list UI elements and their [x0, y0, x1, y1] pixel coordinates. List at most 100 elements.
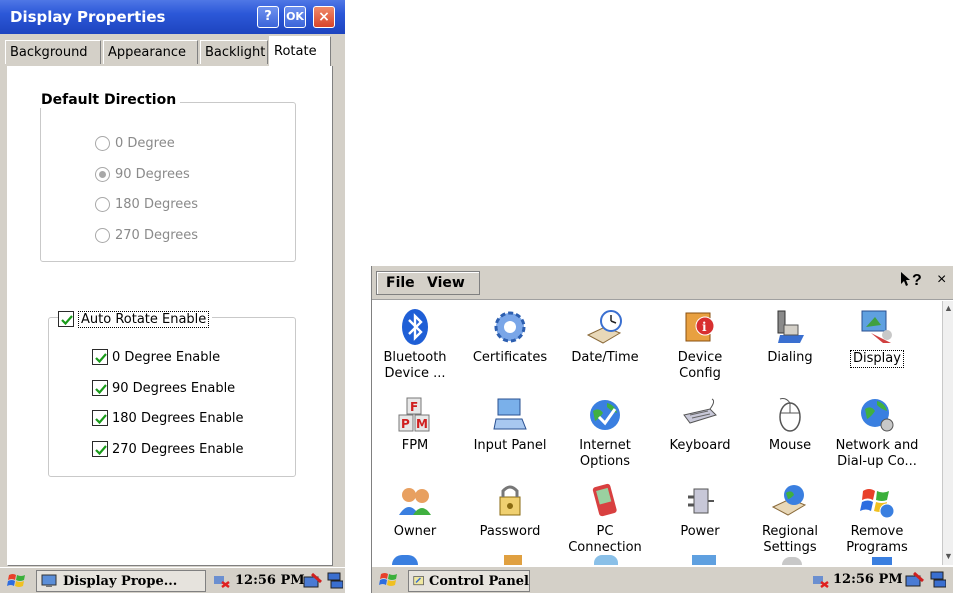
auto-rotate-checkbox[interactable]	[58, 311, 74, 327]
vertical-scrollbar[interactable]: ▲ ▼	[942, 301, 953, 565]
scroll-up-icon[interactable]: ▲	[944, 303, 953, 313]
checkbox-0-degree-enable[interactable]: 0 Degree Enable	[92, 346, 220, 368]
cp-dialing[interactable]: Dialing	[747, 307, 833, 366]
checkbox-90-degrees-enable[interactable]: 90 Degrees Enable	[92, 377, 235, 399]
control-panel-icon	[413, 576, 424, 586]
ok-button[interactable]: OK	[284, 6, 306, 28]
radio-button[interactable]	[95, 227, 110, 243]
tab-background[interactable]: Background	[5, 40, 101, 64]
cp-date-time[interactable]: Date/Time	[562, 307, 648, 366]
tab-backlight[interactable]: Backlight	[200, 40, 268, 64]
control-panel-icons: Bluetooth Device ... Certificates Date/T…	[372, 301, 942, 565]
checkbox[interactable]	[92, 441, 108, 457]
cp-network-dialup[interactable]: Network and Dial-up Co...	[834, 395, 920, 470]
cp-label-selected: Display	[850, 350, 904, 368]
cp-power[interactable]: Power	[657, 481, 743, 540]
cp-pc-connection[interactable]: PC Connection	[562, 481, 648, 556]
cp-keyboard[interactable]: Keyboard	[657, 395, 743, 454]
cp-label: Power	[680, 524, 720, 539]
checkbox-270-degrees-enable[interactable]: 270 Degrees Enable	[92, 438, 243, 460]
cp-label: PC Connection	[568, 524, 642, 555]
rotate-tab-page: Default Direction 0 Degree 90 Degrees 18…	[7, 66, 333, 566]
cp-label: Dialing	[767, 350, 813, 365]
radio-button[interactable]	[95, 135, 110, 151]
cp-certificates[interactable]: Certificates	[467, 307, 553, 366]
auto-rotate-checkbox-row[interactable]: Auto Rotate Enable	[58, 308, 213, 330]
password-icon	[490, 481, 530, 521]
input-panel-icon	[490, 395, 530, 435]
clock[interactable]: 12:56 PM	[833, 572, 903, 587]
owner-icon	[395, 481, 435, 521]
radio-180-degrees[interactable]: 180 Degrees	[95, 193, 198, 215]
auto-rotate-label: Auto Rotate Enable	[78, 310, 210, 328]
cp-label: Date/Time	[571, 350, 639, 365]
network-tray-icon[interactable]	[812, 573, 830, 593]
radio-button[interactable]	[95, 196, 110, 212]
cp-regional-settings[interactable]: Regional Settings	[747, 481, 833, 556]
radio-label: 180 Degrees	[115, 196, 199, 212]
cp-bluetooth-device[interactable]: Bluetooth Device ...	[372, 307, 458, 382]
cp-display[interactable]: Display	[834, 307, 920, 368]
cp-label: Internet Options	[579, 438, 631, 469]
taskbar-task-display-properties[interactable]: Display Prope...	[36, 570, 206, 592]
input-panel-tray-icon[interactable]	[905, 571, 925, 593]
cp-label: Mouse	[768, 438, 812, 453]
device-config-icon: i	[680, 307, 720, 347]
power-icon	[680, 481, 720, 521]
cp-internet-options[interactable]: Internet Options	[562, 395, 648, 470]
checkbox-label: 270 Degrees Enable	[112, 441, 244, 457]
close-button[interactable]: ×	[313, 6, 335, 28]
start-icon[interactable]	[378, 570, 400, 590]
cp-label: Keyboard	[669, 438, 731, 453]
menu-view[interactable]: View	[427, 275, 465, 291]
cp-owner[interactable]: Owner	[372, 481, 458, 540]
cp-label: Certificates	[472, 350, 548, 365]
cp-device-config[interactable]: i Device Config	[657, 307, 743, 382]
radio-0-degree[interactable]: 0 Degree	[95, 132, 175, 154]
taskbar-task-control-panel[interactable]: Control Panel	[408, 570, 530, 592]
radio-270-degrees[interactable]: 270 Degrees	[95, 224, 198, 246]
checkbox-180-degrees-enable[interactable]: 180 Degrees Enable	[92, 407, 243, 429]
help-button[interactable]: ?	[257, 6, 279, 28]
display-icon	[41, 574, 57, 587]
input-panel-tray-icon[interactable]	[303, 572, 323, 593]
cp-fpm[interactable]: FPM FPM	[372, 395, 458, 454]
whats-this-help-icon[interactable]: ?	[900, 271, 922, 290]
bluetooth-icon	[395, 307, 435, 347]
fpm-icon: FPM	[395, 395, 435, 435]
cp-label: FPM	[401, 438, 429, 453]
tab-appearance[interactable]: Appearance	[103, 40, 198, 64]
desktop-tray-icon[interactable]	[327, 572, 344, 593]
tab-rotate[interactable]: Rotate	[269, 36, 331, 66]
cp-label: Device Config	[677, 350, 723, 381]
regional-settings-icon	[770, 481, 810, 521]
radio-label: 0 Degree	[115, 135, 175, 151]
scroll-down-icon[interactable]: ▼	[944, 551, 953, 561]
cp-label: Regional Settings	[761, 524, 819, 555]
window-title: Display Properties	[10, 8, 166, 26]
cp-label: Input Panel	[473, 438, 547, 453]
clock[interactable]: 12:56 PM	[235, 573, 305, 588]
cp-mouse[interactable]: Mouse	[747, 395, 833, 454]
radio-button-selected[interactable]	[95, 166, 110, 182]
cp-input-panel[interactable]: Input Panel	[467, 395, 553, 454]
checkbox[interactable]	[92, 380, 108, 396]
radio-90-degrees[interactable]: 90 Degrees	[95, 163, 190, 185]
display-properties-screen: Display Properties ? OK × Background App…	[0, 0, 345, 593]
cp-remove-programs[interactable]: Remove Programs	[834, 481, 920, 556]
desktop-tray-icon[interactable]	[930, 571, 947, 593]
checkbox-label: 0 Degree Enable	[112, 349, 221, 365]
checkbox[interactable]	[92, 349, 108, 365]
close-icon[interactable]: ×	[937, 271, 946, 289]
cp-label: Bluetooth Device ...	[383, 350, 447, 381]
display-icon	[857, 307, 897, 347]
internet-options-icon	[585, 395, 625, 435]
checkbox[interactable]	[92, 410, 108, 426]
network-tray-icon[interactable]	[213, 573, 231, 593]
tab-strip: Background Appearance Backlight Rotate	[0, 36, 345, 66]
cp-password[interactable]: Password	[467, 481, 553, 540]
menu-file[interactable]: File	[386, 275, 415, 291]
certificates-icon	[490, 307, 530, 347]
start-icon[interactable]	[6, 571, 28, 591]
cp-label: Network and Dial-up Co...	[835, 438, 919, 469]
